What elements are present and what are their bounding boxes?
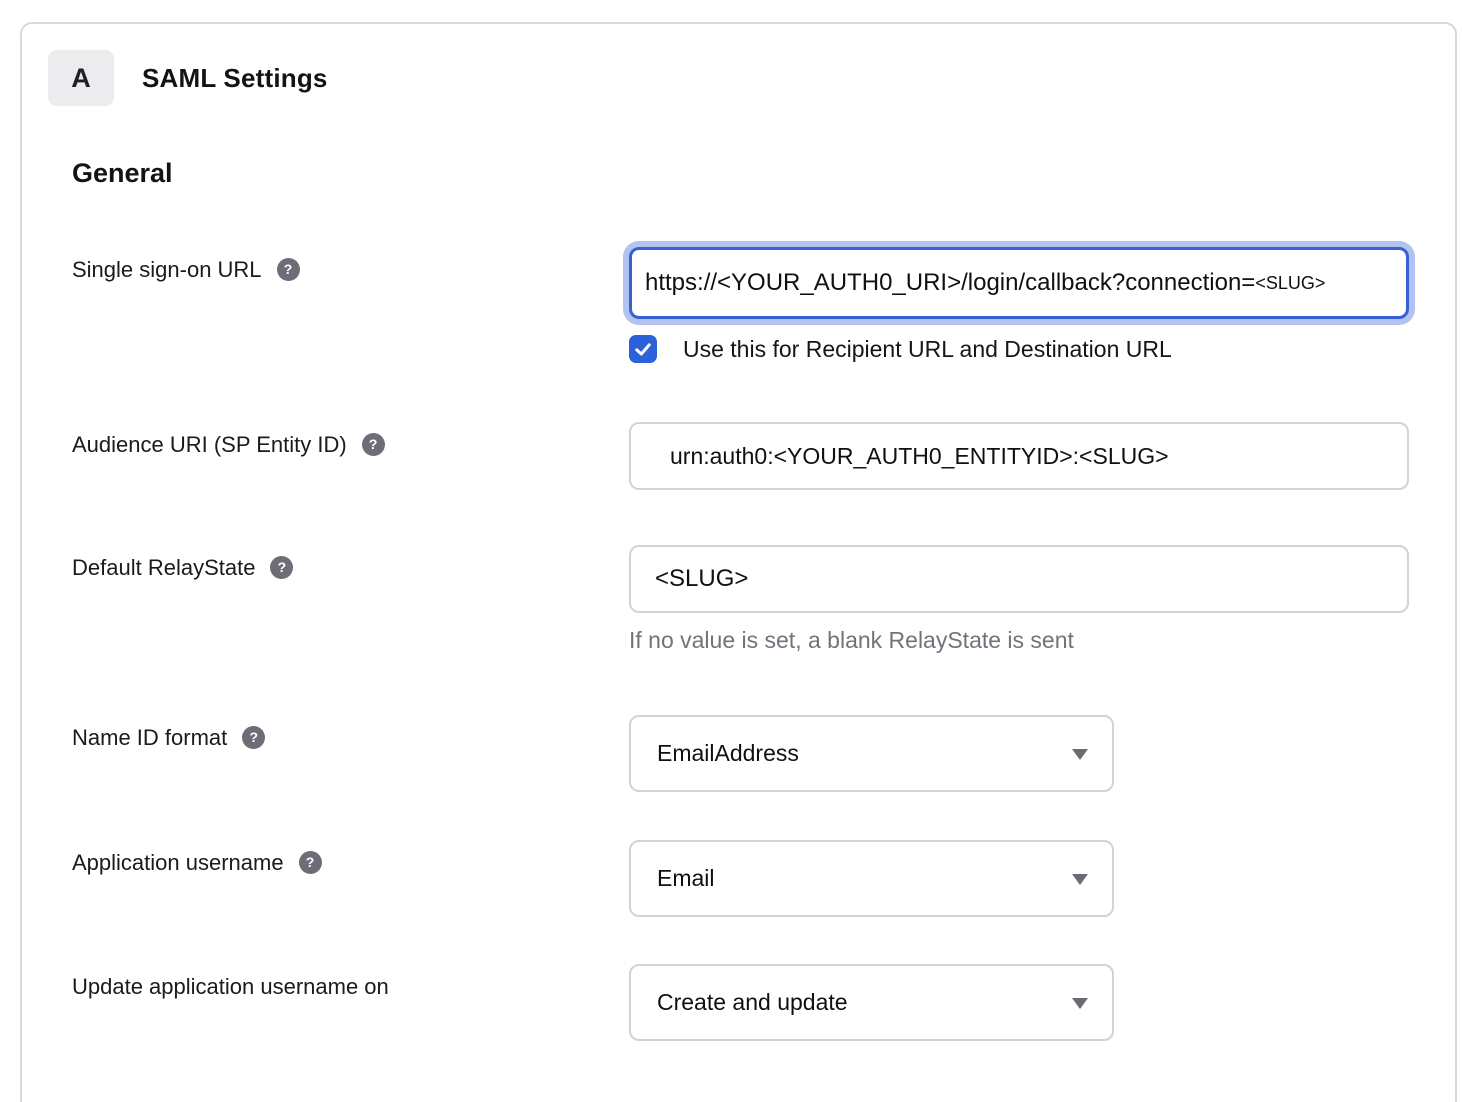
help-icon[interactable]: ? [299, 851, 322, 874]
application-username-label: Application username ? [72, 850, 322, 876]
single-sign-on-url-control: https://<YOUR_AUTH0_URI>/login/callback?… [629, 247, 1409, 363]
caret-down-icon [1072, 874, 1088, 885]
default-relaystate-label: Default RelayState ? [72, 555, 293, 581]
application-username-select[interactable]: Email [629, 840, 1114, 917]
application-username-value: Email [657, 865, 715, 892]
name-id-format-control: EmailAddress [629, 715, 1114, 792]
saml-settings-panel: A SAML Settings General Single sign-on U… [20, 22, 1457, 1102]
panel-title: SAML Settings [142, 63, 328, 94]
name-id-format-value: EmailAddress [657, 740, 799, 767]
audience-uri-control: urn:auth0:<YOUR_AUTH0_ENTITYID>:<SLUG> [629, 422, 1409, 490]
default-relaystate-control: <SLUG> If no value is set, a blank Relay… [629, 545, 1409, 654]
caret-down-icon [1072, 749, 1088, 760]
section-title-general: General [72, 158, 173, 189]
audience-uri-input[interactable]: urn:auth0:<YOUR_AUTH0_ENTITYID>:<SLUG> [629, 422, 1409, 490]
audience-uri-label: Audience URI (SP Entity ID) ? [72, 432, 385, 458]
help-icon[interactable]: ? [362, 433, 385, 456]
help-icon[interactable]: ? [277, 258, 300, 281]
caret-down-icon [1072, 998, 1088, 1009]
relaystate-helper-text: If no value is set, a blank RelayState i… [629, 627, 1409, 654]
help-icon[interactable]: ? [270, 556, 293, 579]
application-username-control: Email [629, 840, 1114, 917]
single-sign-on-url-input[interactable]: https://<YOUR_AUTH0_URI>/login/callback?… [629, 247, 1409, 319]
update-application-username-select[interactable]: Create and update [629, 964, 1114, 1041]
single-sign-on-url-label: Single sign-on URL ? [72, 257, 300, 283]
checkmark-icon [633, 339, 653, 359]
update-application-username-label: Update application username on [72, 974, 389, 1000]
name-id-format-label: Name ID format ? [72, 725, 265, 751]
name-id-format-select[interactable]: EmailAddress [629, 715, 1114, 792]
recipient-url-checkbox-label: Use this for Recipient URL and Destinati… [683, 336, 1172, 363]
panel-header: A SAML Settings [48, 50, 328, 106]
update-application-username-value: Create and update [657, 989, 848, 1016]
default-relaystate-input[interactable]: <SLUG> [629, 545, 1409, 613]
recipient-url-checkbox[interactable] [629, 335, 657, 363]
page: A SAML Settings General Single sign-on U… [0, 0, 1462, 1102]
help-icon[interactable]: ? [242, 726, 265, 749]
update-application-username-control: Create and update [629, 964, 1114, 1041]
recipient-url-checkbox-row: Use this for Recipient URL and Destinati… [629, 335, 1409, 363]
section-badge: A [48, 50, 114, 106]
